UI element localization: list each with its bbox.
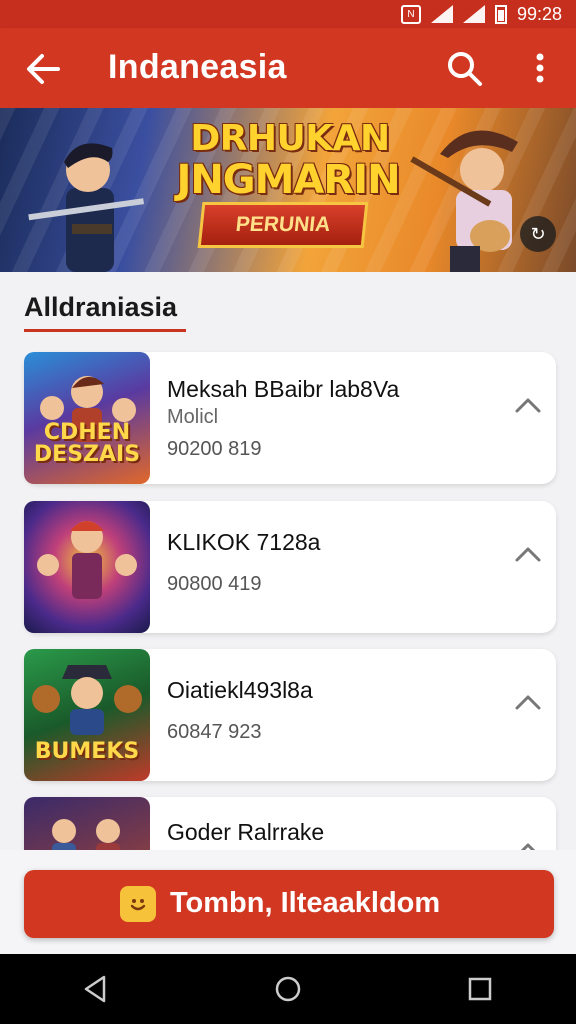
- status-time: 99:28: [516, 3, 562, 24]
- nfc-icon: N: [400, 4, 421, 24]
- chevron-up-icon[interactable]: [514, 543, 542, 565]
- arrow-left-icon[interactable]: [24, 50, 62, 88]
- thumbnail-title: BUMEKS: [34, 739, 140, 764]
- smile-icon: [120, 886, 156, 922]
- status-bar: N 99:28: [0, 0, 576, 28]
- game-name: Oiatiekl493l8a: [167, 677, 313, 703]
- chevron-up-icon[interactable]: [514, 394, 542, 416]
- game-name: KLIKOK 7128a: [167, 529, 321, 555]
- signal-icon-2: [462, 5, 485, 23]
- more-vert-icon[interactable]: [524, 48, 556, 88]
- rotate-icon[interactable]: ↻: [520, 216, 556, 252]
- battery-icon: [494, 4, 507, 24]
- game-card[interactable]: CDHEN DESZAIS Meksah BBaibr lab8Va Molic…: [24, 352, 556, 484]
- section-title: Alldraniasia: [24, 292, 178, 322]
- game-meta: 60847 923: [167, 721, 262, 743]
- square-recents-icon[interactable]: [460, 969, 500, 1009]
- search-icon[interactable]: [444, 48, 484, 88]
- thumbnail-title: CDHEN DESZAIS: [33, 420, 141, 467]
- chevron-up-icon[interactable]: [514, 839, 542, 850]
- chevron-up-icon[interactable]: [514, 691, 542, 713]
- triangle-back-icon[interactable]: [76, 969, 116, 1009]
- thumbnail-art: [37, 521, 137, 599]
- game-thumbnail: CDHEN DESZAIS: [24, 352, 150, 484]
- featured-banner[interactable]: DRHUKAN JNGMARIN PERUNIA ↻: [0, 108, 576, 272]
- cta-label: Tombn, Ilteaakldom: [170, 887, 441, 919]
- game-name: Goder Ralrrake: [167, 819, 325, 845]
- section-underline: [24, 329, 186, 332]
- banner-title-line2: JNGMARIN: [176, 157, 400, 203]
- game-card[interactable]: KLIKOK 7128a 90800 419: [24, 501, 556, 633]
- game-name: Meksah BBaibr lab8Va: [167, 376, 400, 402]
- app-title: Indaneasia: [108, 48, 287, 86]
- app-bar: Indaneasia: [0, 28, 576, 108]
- primary-cta-button[interactable]: Tombn, Ilteaakldom: [24, 870, 554, 938]
- signal-icon: [430, 5, 453, 23]
- banner-title-line1: DRHUKAN: [190, 118, 390, 159]
- game-subtitle: Molicl: [167, 406, 219, 428]
- game-meta: 90800 419: [167, 573, 262, 595]
- game-card[interactable]: Goder Ralrrake: [24, 797, 556, 850]
- hero-character-left: [28, 143, 145, 272]
- game-card[interactable]: BUMEKS Oiatiekl493l8a 60847 923: [24, 649, 556, 781]
- game-thumbnail: BUMEKS: [24, 649, 150, 781]
- hero-character-right: [410, 130, 518, 272]
- circle-home-icon[interactable]: [268, 969, 308, 1009]
- content-area: Alldraniasia CDHEN DESZAIS Meksah BBaibr…: [0, 272, 576, 850]
- system-nav-bar: [0, 954, 576, 1024]
- thumbnail-art: [52, 819, 120, 850]
- game-thumbnail: [24, 797, 150, 850]
- game-thumbnail: [24, 501, 150, 633]
- game-meta: 90200 819: [167, 438, 262, 460]
- banner-ribbon: PERUNIA: [197, 202, 369, 248]
